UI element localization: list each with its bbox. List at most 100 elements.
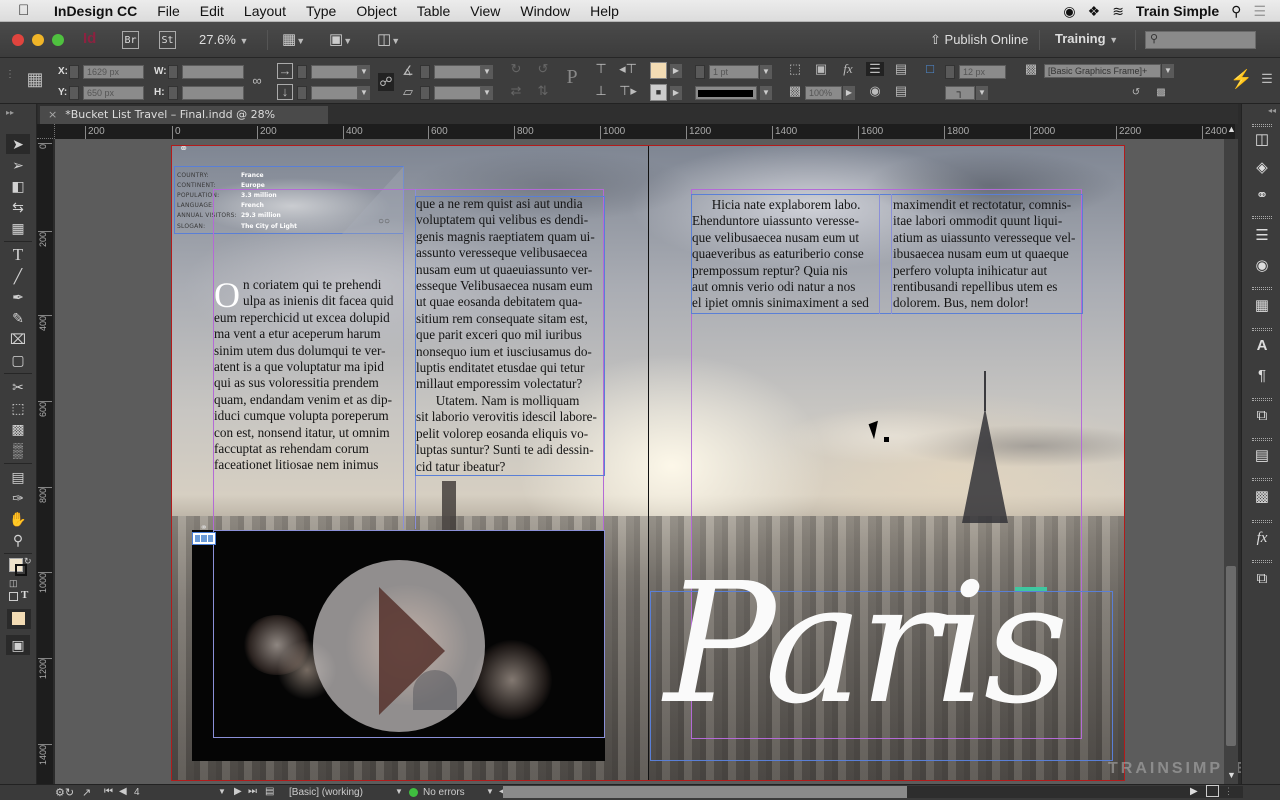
scroll-down-arrow[interactable]: ▼ <box>1227 770 1236 780</box>
scale-x-dropdown[interactable]: ▼ <box>358 65 370 79</box>
link-icon[interactable]: ⚭ <box>200 522 208 533</box>
scroll-up-arrow[interactable]: ▲ <box>1227 124 1236 134</box>
free-transform-tool-icon[interactable]: ⬚ <box>6 398 30 418</box>
rotation-field[interactable] <box>434 65 481 79</box>
x-field[interactable]: 1629 px <box>83 65 144 79</box>
spotlight-search-icon[interactable]: ⚲ <box>1231 3 1241 20</box>
opacity-field[interactable]: 100% <box>805 86 842 100</box>
stroke-type-dropdown[interactable] <box>695 86 757 100</box>
text-wrap-shape-icon[interactable]: ◉ <box>866 84 884 98</box>
select-previous-icon[interactable]: ◂⊤ <box>617 62 639 76</box>
rotate-cw-icon[interactable]: ↻ <box>508 62 524 76</box>
object-style-arrow[interactable]: ▼ <box>1162 64 1174 78</box>
notification-center-icon[interactable]: ☰ <box>1253 3 1266 20</box>
stroke-type-arrow[interactable]: ▼ <box>760 86 772 100</box>
w-stepper[interactable] <box>168 65 178 79</box>
y-field[interactable]: 650 px <box>83 86 144 100</box>
links-panel-icon[interactable]: ⚭ <box>1251 186 1273 206</box>
quick-apply-icon[interactable]: ⚡ <box>1230 70 1252 88</box>
preflight-menu-icon[interactable]: ▤ <box>265 786 274 797</box>
formatting-container-icon[interactable] <box>9 592 18 601</box>
panel-grip[interactable] <box>1252 560 1272 563</box>
document-tab[interactable]: × *Bucket List Travel – Final.indd @ 28% … <box>40 106 328 139</box>
gradient-swatch-tool-icon[interactable]: ▩ <box>6 419 30 439</box>
clear-overrides-icon[interactable]: ↺ <box>1127 86 1145 100</box>
stock-button[interactable]: St <box>159 31 176 49</box>
text-wrap-bounding-icon[interactable]: ▤ <box>892 62 910 76</box>
stroke-swatch[interactable]: ■ <box>650 84 667 101</box>
interactive-panel-icon[interactable]: ⧉ <box>1251 569 1273 589</box>
expand-dock-icon[interactable]: ◂◂ <box>1268 106 1276 115</box>
panel-grip[interactable] <box>1252 438 1272 441</box>
errors-dropdown[interactable]: ▼ <box>486 787 494 796</box>
zoom-tool-icon[interactable]: ⚲ <box>6 530 30 550</box>
menu-window[interactable]: Window <box>520 3 570 19</box>
panel-grip[interactable] <box>1252 328 1272 331</box>
direct-selection-tool-icon[interactable]: ➢ <box>6 155 30 175</box>
pencil-tool-icon[interactable]: ✎ <box>6 308 30 328</box>
effects-fx-icon[interactable]: fx <box>838 62 858 76</box>
minimize-window-button[interactable] <box>32 34 44 46</box>
flip-vertical-icon[interactable]: ⇅ <box>535 84 551 98</box>
preview-toggle-icon[interactable]: ⚙↻ <box>55 786 74 799</box>
menu-object[interactable]: Object <box>356 3 396 19</box>
screen-mode-icon[interactable]: ▣▼ <box>329 31 352 49</box>
menu-app-name[interactable]: InDesign CC <box>54 3 137 19</box>
arrange-documents-icon[interactable]: ◫▼ <box>377 31 400 49</box>
object-styles-icon[interactable]: ⧉ <box>1251 406 1273 426</box>
stroke-weight-stepper[interactable] <box>695 65 705 79</box>
clear-attributes-icon[interactable]: ▩ <box>1152 86 1170 100</box>
zoom-window-button[interactable] <box>52 34 64 46</box>
character-styles-icon[interactable]: A <box>1251 336 1273 356</box>
vertical-scrollbar-thumb[interactable] <box>1226 566 1236 746</box>
menu-file[interactable]: File <box>157 3 180 19</box>
shear-dropdown[interactable]: ▼ <box>481 86 493 100</box>
select-next-icon[interactable]: ⊤▸ <box>617 84 639 98</box>
document-spread[interactable]: ○○ COUNTRY: France CONTINENT: Europe POP… <box>171 145 1125 781</box>
link-icon[interactable]: ⚭ <box>179 146 188 155</box>
effects-panel-icon[interactable]: fx <box>1251 528 1273 548</box>
gap-tool-icon[interactable]: ⇆ <box>6 197 30 217</box>
h-field[interactable] <box>182 86 244 100</box>
video-frame-icon[interactable] <box>192 532 216 545</box>
menu-table[interactable]: Table <box>417 3 450 19</box>
zoom-level-dropdown[interactable]: 27.6% ▼ <box>199 32 248 47</box>
dropbox-icon[interactable]: ❖ <box>1088 3 1101 20</box>
workspace-switcher[interactable]: Training ▼ <box>1055 31 1118 46</box>
corner-size-field[interactable]: 12 px <box>959 65 1006 79</box>
gradient-panel-icon[interactable]: ▩ <box>1251 487 1273 507</box>
eyedropper-tool-icon[interactable]: ✑ <box>6 488 30 508</box>
preflight-profile-dropdown[interactable]: ▼ <box>395 787 403 796</box>
resize-grip-icon[interactable]: ⋮ <box>1224 786 1233 797</box>
panel-grip[interactable] <box>1252 398 1272 401</box>
horizontal-scrollbar[interactable] <box>503 786 1243 798</box>
panel-grip-icon[interactable]: ⋮ <box>5 68 15 82</box>
menu-type[interactable]: Type <box>306 3 336 19</box>
shear-stepper[interactable] <box>420 86 430 100</box>
drop-shadow-frame-icon[interactable]: ⬚ <box>787 62 803 76</box>
wifi-icon[interactable]: ≋ <box>1112 3 1124 20</box>
right-text-column-1[interactable]: Hicia nate explaborem labo. Ehenduntore … <box>692 197 869 312</box>
rotate-ccw-icon[interactable]: ↺ <box>535 62 551 76</box>
rotation-stepper[interactable] <box>420 65 430 79</box>
scroll-right-arrow[interactable]: ▶ <box>1190 786 1198 797</box>
select-content-icon[interactable]: ⊥ <box>592 84 610 98</box>
first-page-button[interactable]: ⏮ <box>104 786 113 797</box>
preflight-errors[interactable]: No errors <box>423 787 465 798</box>
body-text-column-1[interactable]: n coriatem qui te prehendi ulpa as inien… <box>214 277 394 474</box>
x-stepper[interactable] <box>69 65 79 79</box>
body-text-column-2[interactable]: que a ne rem quist asi aut undia volupta… <box>416 196 597 475</box>
text-wrap-jump-icon[interactable]: ▤ <box>892 84 910 98</box>
selection-tool-icon[interactable]: ➤ <box>6 134 30 154</box>
apple-icon[interactable]:  <box>18 2 40 19</box>
scale-x-field[interactable] <box>311 65 358 79</box>
rectangle-frame-tool-icon[interactable]: ⌧ <box>6 329 30 349</box>
close-window-button[interactable] <box>12 34 24 46</box>
formatting-text-icon[interactable]: T <box>21 589 28 601</box>
h-stepper[interactable] <box>168 86 178 100</box>
text-wrap-none-icon[interactable]: ☰ <box>866 62 884 76</box>
scale-x-stepper[interactable] <box>297 65 307 79</box>
y-stepper[interactable] <box>69 86 79 100</box>
paragraph-styles-icon[interactable]: ¶ <box>1251 366 1273 386</box>
horizontal-ruler[interactable]: 200 0 200 400 600 800 1000 1200 1400 160… <box>55 124 1235 139</box>
